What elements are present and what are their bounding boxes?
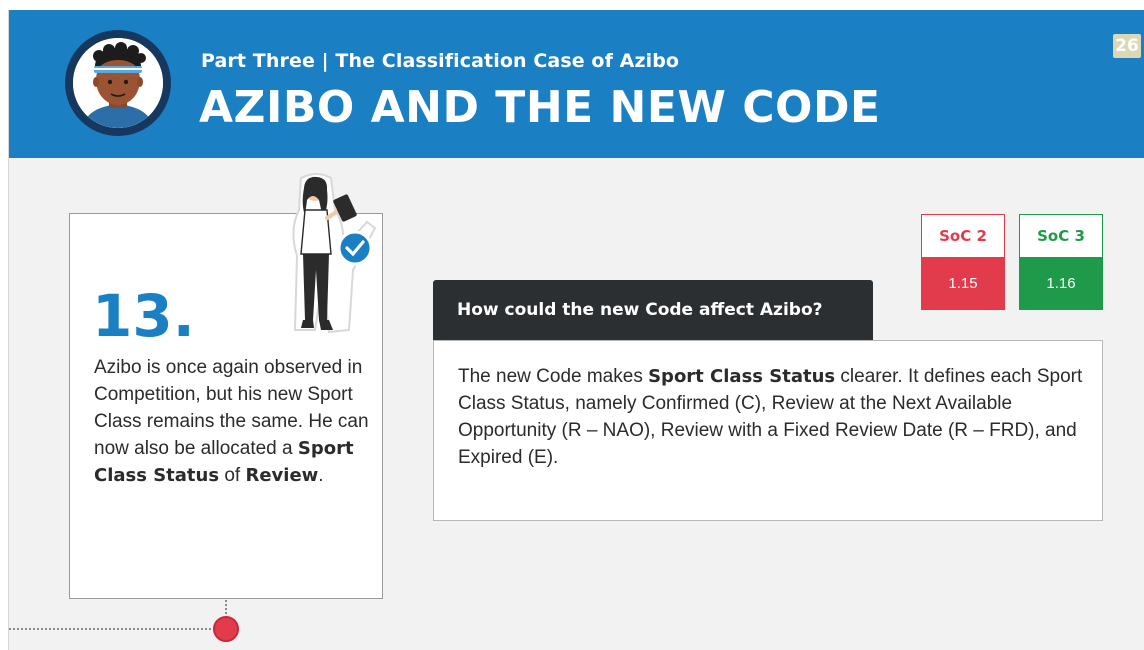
- slide: Part Three | The Classification Case of …: [8, 10, 1144, 650]
- step-text-2: of: [219, 465, 246, 486]
- step-number: 13.: [92, 282, 195, 350]
- page-number-badge: 26: [1113, 34, 1141, 58]
- answer-bold-1: Sport Class Status: [648, 366, 836, 387]
- soc-2-label: SoC 2: [939, 227, 987, 245]
- answer-box: The new Code makes Sport Class Status cl…: [433, 340, 1103, 521]
- soc-3-value: 1.16: [1019, 257, 1103, 310]
- page-title: AZIBO AND THE NEW CODE: [199, 82, 881, 133]
- soc-2-value: 1.15: [921, 257, 1005, 310]
- athlete-avatar-icon: [73, 38, 163, 128]
- answer-text: The new Code makes Sport Class Status cl…: [458, 363, 1088, 471]
- step-text-3: .: [318, 465, 324, 486]
- soc-2-box: SoC 2 1.15: [921, 214, 1005, 310]
- step-description: Azibo is once again observed in Competit…: [94, 354, 376, 489]
- step-bold-2: Review: [245, 465, 319, 486]
- timeline-marker: [213, 616, 239, 642]
- woman-with-checklist-icon: [271, 170, 383, 340]
- section-subtitle: Part Three | The Classification Case of …: [201, 50, 680, 72]
- answer-text-1: The new Code makes: [458, 366, 649, 387]
- avatar: [65, 30, 171, 136]
- timeline-line: [9, 628, 215, 630]
- header-banner: Part Three | The Classification Case of …: [9, 10, 1144, 158]
- soc-3-label: SoC 3: [1037, 227, 1085, 245]
- question-header: How could the new Code affect Azibo?: [433, 280, 873, 340]
- soc-3-box: SoC 3 1.16: [1019, 214, 1103, 310]
